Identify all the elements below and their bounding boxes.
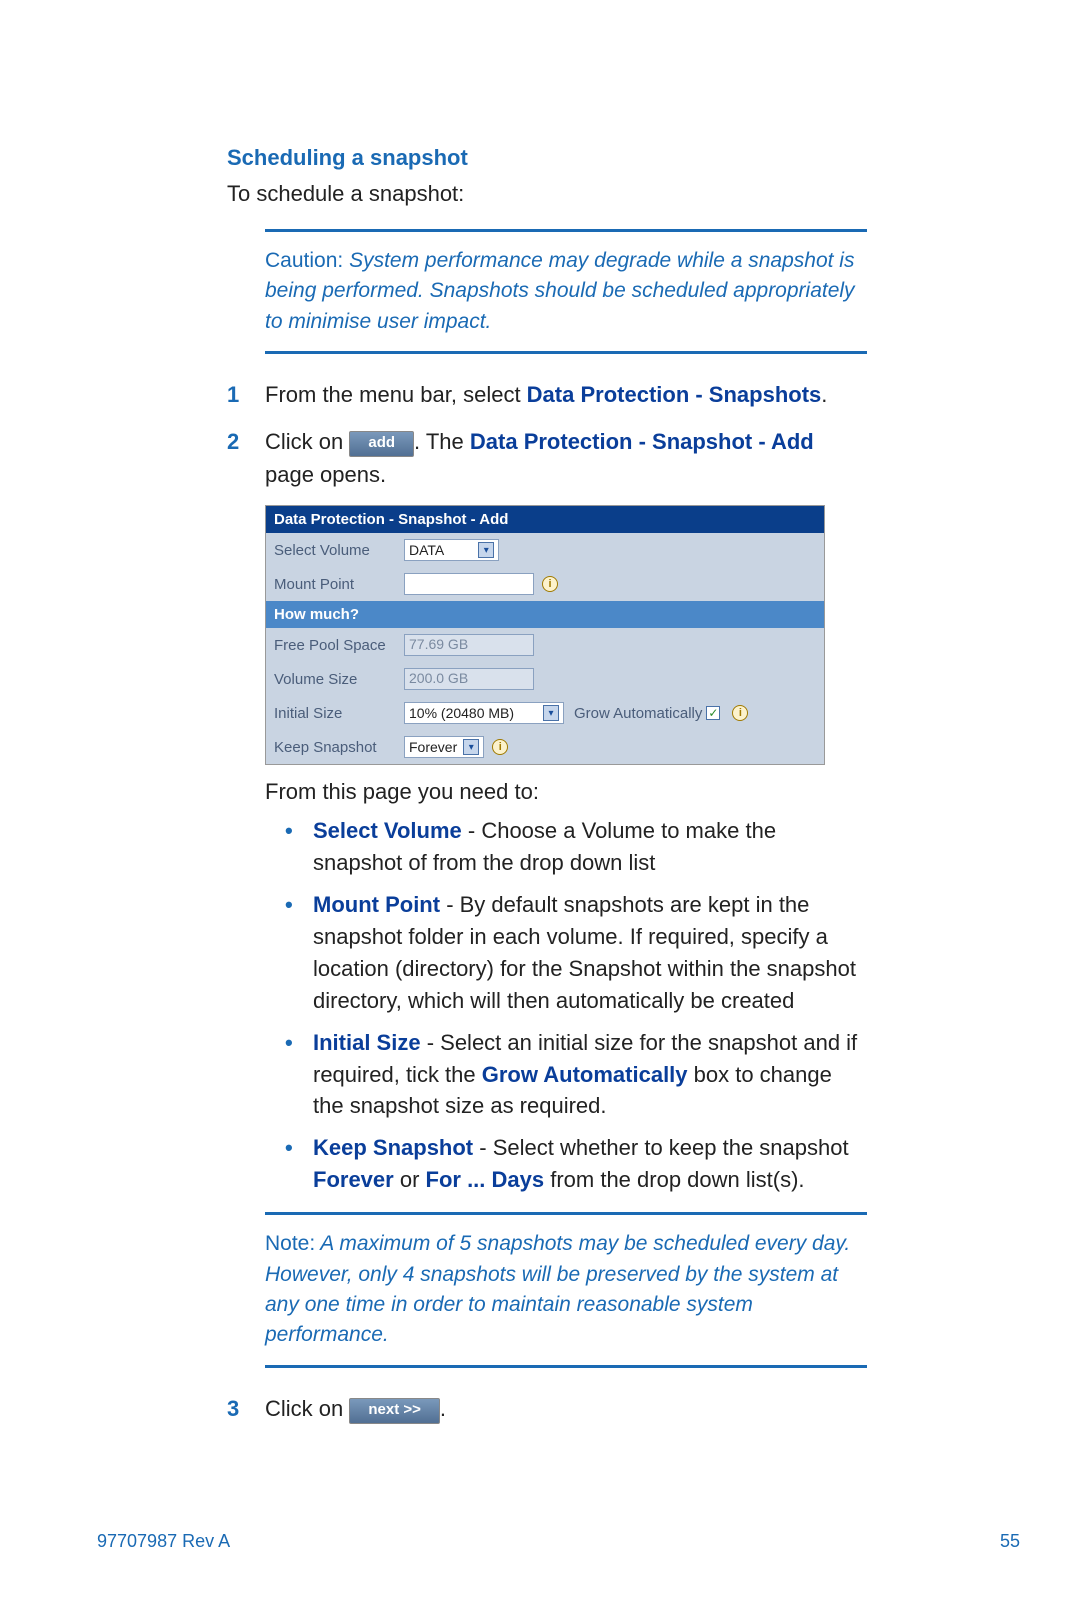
caution-callout: Caution: System performance may degrade … (265, 229, 867, 354)
bullet-keep-snapshot: • Keep Snapshot - Select whether to keep… (285, 1132, 867, 1196)
bullet-term: Keep Snapshot (313, 1135, 473, 1160)
grow-auto-checkbox[interactable]: ✓ (706, 706, 720, 720)
initial-size-dropdown[interactable]: 10% (20480 MB) ▾ (404, 702, 564, 724)
row-volume-size: Volume Size 200.0 GB (266, 662, 824, 696)
step-text: Click on (265, 429, 349, 454)
label-volume-size: Volume Size (274, 671, 404, 688)
label-keep-snapshot: Keep Snapshot (274, 739, 404, 756)
step-2: 2 Click on add. The Data Protection - Sn… (227, 425, 867, 491)
step-text: . The (414, 429, 470, 454)
bullet-select-volume: • Select Volume - Choose a Volume to mak… (285, 815, 867, 879)
bullet-icon: • (285, 889, 313, 1017)
grow-auto-label: Grow Automatically (574, 705, 702, 722)
bullet-term-2: Grow Automatically (482, 1062, 688, 1087)
free-pool-value: 77.69 GB (404, 634, 534, 656)
bullet-icon: • (285, 1132, 313, 1196)
label-initial-size: Initial Size (274, 705, 404, 722)
mount-point-input[interactable] (404, 573, 534, 595)
step-number: 2 (227, 425, 265, 491)
label-select-volume: Select Volume (274, 542, 404, 559)
panel-subheader: How much? (266, 601, 824, 628)
label-mount-point: Mount Point (274, 576, 404, 593)
bullet-icon: • (285, 815, 313, 879)
step-1: 1 From the menu bar, select Data Protect… (227, 378, 867, 411)
select-volume-dropdown[interactable]: DATA ▾ (404, 539, 499, 561)
bullet-term: Mount Point (313, 892, 440, 917)
initial-size-value: 10% (20480 MB) (409, 705, 514, 721)
chevron-down-icon: ▾ (463, 739, 479, 755)
step-number: 1 (227, 378, 265, 411)
row-free-pool: Free Pool Space 77.69 GB (266, 628, 824, 662)
info-icon[interactable]: i (542, 576, 558, 592)
label-free-pool: Free Pool Space (274, 637, 404, 654)
caution-text: System performance may degrade while a s… (265, 249, 855, 333)
row-mount-point: Mount Point i (266, 567, 824, 601)
step-text: . (821, 382, 827, 407)
lead-text: From this page you need to: (265, 779, 867, 805)
bullet-mount-point: • Mount Point - By default snapshots are… (285, 889, 867, 1017)
bullet-icon: • (285, 1027, 313, 1123)
page-name: Data Protection - Snapshot - Add (470, 429, 814, 454)
keep-snapshot-value: Forever (409, 739, 457, 755)
page-number: 55 (1000, 1531, 1020, 1552)
note-label: Note: (265, 1232, 315, 1255)
step-text: From the menu bar, select (265, 382, 527, 407)
bullet-text: - Select whether to keep the snapshot (473, 1135, 848, 1160)
snapshot-add-panel: Data Protection - Snapshot - Add Select … (265, 505, 825, 765)
step-number: 3 (227, 1392, 265, 1425)
next-button[interactable]: next >> (349, 1398, 440, 1424)
select-volume-value: DATA (409, 542, 444, 558)
step-text: Click on (265, 1396, 349, 1421)
bullet-term-2: Forever (313, 1167, 394, 1192)
caution-label: Caution: (265, 249, 343, 272)
bullet-term: Select Volume (313, 818, 462, 843)
chevron-down-icon: ▾ (543, 705, 559, 721)
bullet-text: from the drop down list(s). (544, 1167, 804, 1192)
info-icon[interactable]: i (492, 739, 508, 755)
step-3: 3 Click on next >>. (227, 1392, 867, 1425)
info-icon[interactable]: i (732, 705, 748, 721)
panel-header: Data Protection - Snapshot - Add (266, 506, 824, 533)
step-text: page opens. (265, 462, 386, 487)
keep-snapshot-dropdown[interactable]: Forever ▾ (404, 736, 484, 758)
footer-rev: 97707987 Rev A (97, 1531, 230, 1552)
intro-text: To schedule a snapshot: (227, 181, 867, 207)
row-select-volume: Select Volume DATA ▾ (266, 533, 824, 567)
note-callout: Note: A maximum of 5 snapshots may be sc… (265, 1212, 867, 1368)
bullet-initial-size: • Initial Size - Select an initial size … (285, 1027, 867, 1123)
row-initial-size: Initial Size 10% (20480 MB) ▾ Grow Autom… (266, 696, 824, 730)
menu-path: Data Protection - Snapshots (527, 382, 822, 407)
bullet-term: Initial Size (313, 1030, 421, 1055)
add-button[interactable]: add (349, 431, 414, 457)
section-heading: Scheduling a snapshot (227, 145, 867, 171)
row-keep-snapshot: Keep Snapshot Forever ▾ i (266, 730, 824, 764)
bullet-term-3: For ... Days (426, 1167, 545, 1192)
chevron-down-icon: ▾ (478, 542, 494, 558)
bullet-text: or (394, 1167, 426, 1192)
step-text: . (440, 1396, 446, 1421)
note-text: A maximum of 5 snapshots may be schedule… (265, 1232, 850, 1346)
volume-size-value: 200.0 GB (404, 668, 534, 690)
